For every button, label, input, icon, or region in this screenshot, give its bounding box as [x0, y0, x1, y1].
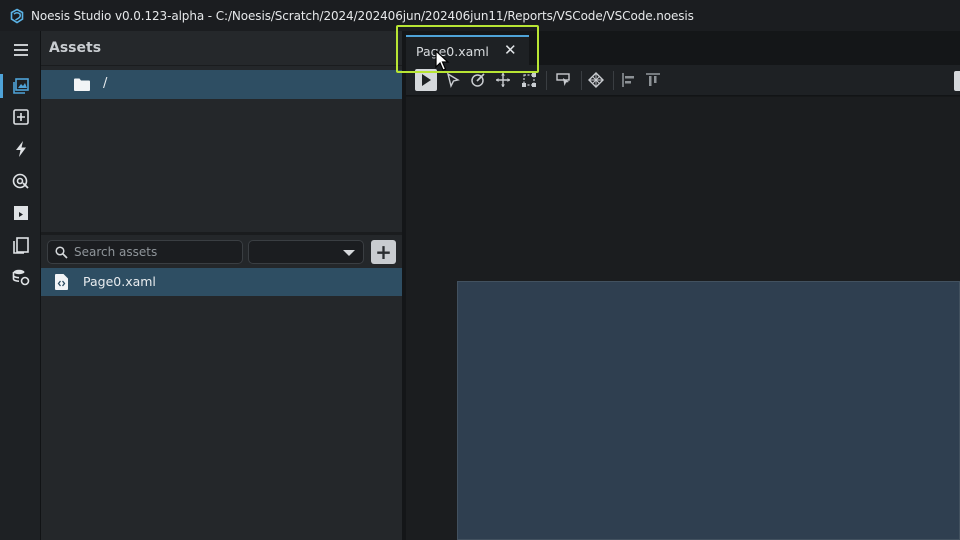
asset-type-filter-dropdown[interactable]: [248, 240, 364, 264]
folder-label: /: [103, 76, 108, 91]
search-icon: [55, 245, 68, 259]
pick-icon: [556, 73, 570, 86]
mouse-cursor-icon: [435, 50, 450, 71]
assets-icon: [12, 78, 29, 94]
toolbar-separator: [613, 71, 614, 90]
assets-title: Assets: [49, 40, 102, 56]
resources-icon: [12, 269, 29, 286]
add-asset-button[interactable]: +: [371, 240, 396, 264]
assets-panel: Assets / + Page0.xaml: [41, 31, 402, 540]
folder-icon: [74, 78, 90, 91]
align-top-button[interactable]: [642, 69, 664, 91]
grid-icon: [588, 72, 604, 88]
events-icon: [15, 141, 26, 157]
rail-animation-button[interactable]: [0, 199, 41, 227]
folder-tree-item-root[interactable]: /: [41, 70, 402, 99]
menu-icon: [13, 44, 28, 56]
search-box[interactable]: [47, 240, 243, 264]
editor-area: Page0.xaml ✕: [406, 31, 960, 540]
pages-icon: [12, 237, 29, 254]
rail-pages-button[interactable]: [0, 231, 41, 259]
select-icon: [446, 72, 460, 88]
grid-tool-button[interactable]: [585, 69, 607, 91]
rail-assets-button[interactable]: [0, 72, 41, 100]
play-icon: [422, 74, 431, 86]
transform-icon: [522, 73, 536, 87]
rail-resources-button[interactable]: [0, 263, 41, 291]
move-icon: [496, 73, 510, 87]
xaml-file-icon: [55, 274, 68, 290]
toolbar-overflow-button[interactable]: [954, 71, 960, 91]
chevron-down-icon: [343, 250, 355, 256]
align-left-button[interactable]: [618, 69, 640, 91]
toolbar-separator: [581, 71, 582, 90]
pen-icon: [471, 73, 485, 87]
tab-highlight-annotation: [396, 25, 539, 73]
page-preview[interactable]: [457, 281, 960, 540]
animation-icon: [13, 206, 28, 220]
panel-splitter[interactable]: [41, 232, 402, 235]
pick-tool-button[interactable]: [553, 69, 575, 91]
menu-button[interactable]: [0, 36, 41, 64]
asset-name: Page0.xaml: [83, 274, 156, 289]
search-input[interactable]: [74, 245, 234, 259]
asset-list-item[interactable]: Page0.xaml: [41, 268, 402, 296]
toolbar-separator: [546, 71, 547, 90]
align-top-icon: [646, 73, 660, 86]
design-canvas[interactable]: [406, 97, 960, 540]
rail-data-button[interactable]: [0, 167, 41, 195]
rail-events-button[interactable]: [0, 135, 41, 163]
assets-header: Assets: [41, 31, 402, 66]
align-left-icon: [622, 73, 634, 87]
activity-rail: [0, 31, 41, 540]
noesis-logo-icon: [10, 8, 24, 23]
plus-icon: +: [375, 240, 392, 264]
data-icon: [12, 173, 29, 189]
add-element-icon: [12, 109, 29, 125]
rail-add-element-button[interactable]: [0, 103, 41, 131]
window-title: Noesis Studio v0.0.123-alpha - C:/Noesis…: [31, 8, 694, 23]
